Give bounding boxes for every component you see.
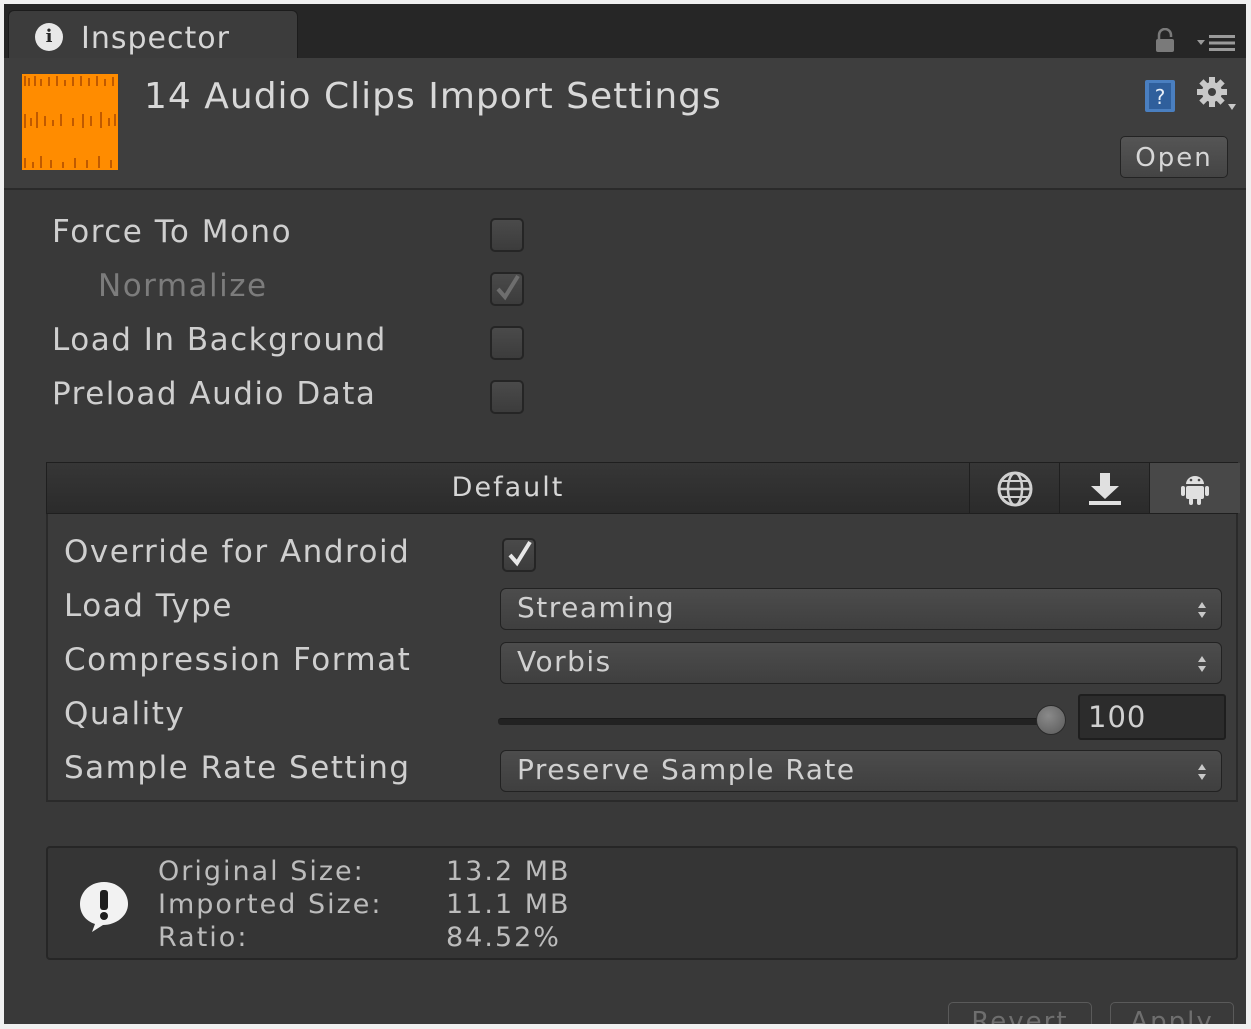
inspector-window: i Inspector 14 Audio Clips Import Settin… bbox=[4, 4, 1246, 1024]
force-to-mono-checkbox[interactable] bbox=[490, 218, 524, 252]
quality-slider-thumb[interactable] bbox=[1036, 705, 1066, 735]
tab-inspector[interactable]: i Inspector bbox=[8, 10, 298, 61]
svg-text:?: ? bbox=[1155, 85, 1166, 109]
revert-button[interactable]: Revert bbox=[948, 1002, 1092, 1024]
page-title: 14 Audio Clips Import Settings bbox=[144, 76, 722, 117]
waveform-icon bbox=[24, 76, 116, 168]
help-book-icon[interactable]: ? bbox=[1142, 78, 1178, 114]
sample-rate-setting-label: Sample Rate Setting bbox=[64, 750, 411, 786]
platform-tabs: Default bbox=[46, 462, 1240, 514]
force-to-mono-label: Force To Mono bbox=[52, 214, 293, 250]
load-type-label: Load Type bbox=[64, 588, 233, 624]
updown-arrow-icon bbox=[1198, 602, 1206, 618]
import-info-box: Original Size: 13.2 MB Imported Size: 11… bbox=[46, 846, 1238, 960]
normalize-label: Normalize bbox=[98, 268, 268, 304]
load-type-value: Streaming bbox=[517, 591, 676, 624]
updown-arrow-icon bbox=[1198, 656, 1206, 672]
tab-default[interactable]: Default bbox=[47, 463, 969, 513]
load-type-dropdown[interactable]: Streaming bbox=[500, 588, 1222, 630]
gear-icon[interactable] bbox=[1194, 76, 1238, 116]
sample-rate-setting-dropdown[interactable]: Preserve Sample Rate bbox=[500, 750, 1222, 792]
panel-menu-icon[interactable] bbox=[1196, 34, 1236, 52]
compression-format-dropdown[interactable]: Vorbis bbox=[500, 642, 1222, 684]
info-icon: i bbox=[35, 23, 63, 51]
load-in-background-label: Load In Background bbox=[52, 322, 387, 358]
globe-icon bbox=[997, 471, 1033, 507]
ratio-value: 84.52% bbox=[446, 922, 561, 953]
load-in-background-checkbox[interactable] bbox=[490, 326, 524, 360]
override-android-checkbox[interactable] bbox=[502, 538, 536, 572]
tab-label: Inspector bbox=[81, 21, 230, 56]
preload-audio-data-checkbox[interactable] bbox=[490, 380, 524, 414]
audio-clip-thumbnail bbox=[22, 74, 118, 170]
updown-arrow-icon bbox=[1198, 764, 1206, 780]
imported-size-value: 11.1 MB bbox=[446, 889, 571, 920]
quality-slider-track[interactable] bbox=[498, 718, 1052, 725]
original-size-label: Original Size: bbox=[158, 856, 365, 887]
quality-input[interactable]: 100 bbox=[1078, 694, 1226, 740]
inspector-header: 14 Audio Clips Import Settings ? Open bbox=[4, 58, 1246, 190]
checkmark-icon bbox=[496, 274, 520, 301]
tab-bar: i Inspector bbox=[4, 4, 1246, 61]
tab-standalone[interactable] bbox=[969, 463, 1060, 513]
imported-size-label: Imported Size: bbox=[158, 889, 383, 920]
tab-webgl[interactable] bbox=[1059, 463, 1150, 513]
apply-button[interactable]: Apply bbox=[1110, 1002, 1234, 1024]
preload-audio-data-label: Preload Audio Data bbox=[52, 376, 377, 412]
normalize-checkbox[interactable] bbox=[490, 272, 524, 306]
warning-bubble-icon bbox=[80, 882, 128, 932]
ratio-label: Ratio: bbox=[158, 922, 249, 953]
compression-format-label: Compression Format bbox=[64, 642, 412, 678]
lock-icon[interactable] bbox=[1154, 28, 1176, 52]
android-icon bbox=[1181, 476, 1209, 505]
override-android-label: Override for Android bbox=[64, 534, 411, 570]
compression-format-value: Vorbis bbox=[517, 645, 612, 678]
sample-rate-setting-value: Preserve Sample Rate bbox=[517, 753, 856, 786]
open-button[interactable]: Open bbox=[1120, 136, 1228, 178]
download-icon bbox=[1089, 473, 1121, 505]
original-size-value: 13.2 MB bbox=[446, 856, 571, 887]
checkmark-icon bbox=[508, 540, 532, 567]
tab-android[interactable] bbox=[1149, 463, 1240, 513]
quality-label: Quality bbox=[64, 696, 186, 732]
